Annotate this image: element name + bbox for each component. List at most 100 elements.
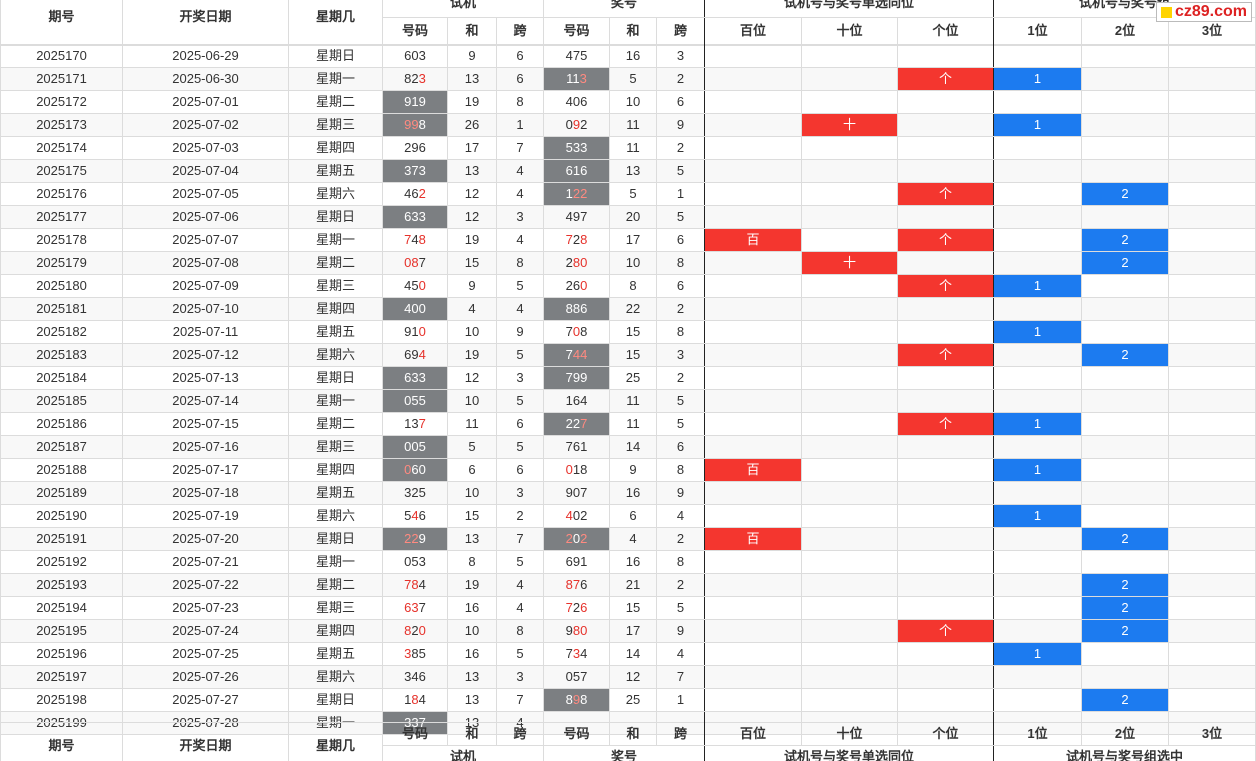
table-row: 2025197 2025-07-26 星期六 346 13 3 057 12 7 (0, 665, 1256, 689)
table-row: 2025187 2025-07-16 星期三 005 5 5 761 14 6 (0, 435, 1256, 459)
trial-span-cell: 5 (496, 389, 544, 413)
combo-3-cell (1168, 596, 1256, 620)
weekday-cell: 星期三 (288, 113, 383, 137)
ten-match-cell (801, 573, 898, 597)
combo-3-cell (1168, 113, 1256, 137)
trial-span-cell: 7 (496, 527, 544, 551)
trial-sum-cell: 4 (447, 297, 497, 321)
table-row: 2025191 2025-07-20 星期日 229 13 7 202 4 2 百 2 (0, 527, 1256, 551)
date-cell: 2025-07-21 (122, 550, 289, 574)
combo-2-cell: 2 (1081, 343, 1169, 367)
prize-span-cell: 2 (656, 527, 705, 551)
combo-3-cell (1168, 665, 1256, 689)
trial-code-cell: 823 (382, 67, 448, 91)
trial-code-cell-digit: 6 (418, 669, 426, 684)
table-row: 2025176 2025-07-05 星期六 462 12 4 122 5 1 个 2 (0, 182, 1256, 206)
prize-span-cell: 6 (656, 90, 705, 114)
ten-match-cell (801, 90, 898, 114)
trial-code-cell-digit: 0 (418, 623, 426, 638)
ten-match-cell (801, 366, 898, 390)
site-logo[interactable]: cz89.com (1155, 2, 1252, 22)
combo-1-cell (993, 366, 1082, 390)
combo-2-cell: 2 (1081, 527, 1169, 551)
prize-code-cell-digit: 2 (580, 531, 588, 546)
prize-span-cell: 6 (656, 435, 705, 459)
date-cell: 2025-07-03 (122, 136, 289, 160)
prize-code-cell-digit: 7 (565, 324, 573, 339)
sub-combo-1: 1位 (993, 16, 1083, 46)
prize-code-cell-digit: 0 (580, 278, 588, 293)
trial-code-cell-digit: 5 (411, 393, 419, 408)
prize-code-cell: 728 (543, 228, 610, 252)
combo-1-cell: 1 (993, 274, 1082, 298)
prize-code-cell-digit: 2 (580, 117, 588, 132)
prize-code-cell-digit: 6 (580, 600, 588, 615)
trial-sum-cell: 19 (447, 228, 497, 252)
prize-code-cell: 533 (543, 136, 610, 160)
one-match-cell: 个 (897, 619, 994, 643)
trial-sum-cell: 12 (447, 182, 497, 206)
trial-span-cell: 4 (496, 297, 544, 321)
combo-1-cell (993, 619, 1082, 643)
combo-3-cell (1168, 504, 1256, 528)
combo-1-cell (993, 343, 1082, 367)
combo-1-cell: 1 (993, 320, 1082, 344)
hundred-match-cell (704, 412, 802, 436)
prize-code-cell-digit: 7 (565, 439, 573, 454)
group-single: 试机号与奖号单选同位 (704, 0, 995, 18)
period-cell: 2025185 (0, 389, 123, 413)
trial-span-cell: 5 (496, 435, 544, 459)
hundred-match-cell (704, 320, 802, 344)
one-match-cell (897, 665, 994, 689)
weekday-cell: 星期日 (288, 44, 383, 68)
prize-span-cell: 5 (656, 596, 705, 620)
prize-span-cell: 5 (656, 412, 705, 436)
trial-span-cell: 1 (496, 113, 544, 137)
period-cell: 2025175 (0, 159, 123, 183)
prize-sum-cell: 11 (609, 389, 657, 413)
one-match-cell: 个 (897, 343, 994, 367)
trial-span-cell: 5 (496, 274, 544, 298)
trial-code-cell-digit: 4 (418, 692, 426, 707)
hundred-match-cell (704, 90, 802, 114)
foot-combo-2: 2位 (1081, 722, 1169, 746)
trial-span-cell: 6 (496, 412, 544, 436)
prize-sum-cell: 9 (609, 458, 657, 482)
trial-code-cell-digit: 3 (418, 163, 426, 178)
ten-match-cell (801, 412, 898, 436)
combo-3-cell (1168, 44, 1256, 68)
trial-span-cell: 7 (496, 136, 544, 160)
trial-code-cell: 060 (382, 458, 448, 482)
table-row: 2025181 2025-07-10 星期四 400 4 4 886 22 2 (0, 297, 1256, 321)
trial-code-cell-digit: 6 (418, 140, 426, 155)
date-cell: 2025-07-08 (122, 251, 289, 275)
ten-match-cell (801, 67, 898, 91)
prize-sum-cell: 25 (609, 366, 657, 390)
combo-2-cell (1081, 320, 1169, 344)
combo-3-cell (1168, 90, 1256, 114)
weekday-cell: 星期二 (288, 412, 383, 436)
prize-code-cell: 280 (543, 251, 610, 275)
prize-sum-cell: 16 (609, 550, 657, 574)
combo-2-cell (1081, 665, 1169, 689)
prize-code-cell-digit: 7 (565, 232, 573, 247)
combo-1-cell (993, 182, 1082, 206)
combo-3-cell (1168, 320, 1256, 344)
ten-match-cell (801, 504, 898, 528)
trial-sum-cell: 19 (447, 343, 497, 367)
prize-code-cell-digit: 6 (565, 554, 573, 569)
date-cell: 2025-07-23 (122, 596, 289, 620)
foot-ten: 十位 (801, 722, 898, 746)
trial-code-cell-digit: 0 (418, 324, 426, 339)
hundred-match-cell (704, 573, 802, 597)
foot-weekday: 星期几 (288, 722, 383, 761)
foot-date: 开奖日期 (122, 722, 289, 761)
hundred-match-cell (704, 550, 802, 574)
one-match-cell (897, 90, 994, 114)
table-row: 2025172 2025-07-01 星期二 919 19 8 406 10 6 (0, 90, 1256, 114)
combo-2-cell (1081, 389, 1169, 413)
trial-sum-cell: 13 (447, 67, 497, 91)
prize-code-cell-digit: 1 (565, 186, 573, 201)
prize-code-cell: 898 (543, 688, 610, 712)
weekday-cell: 星期四 (288, 297, 383, 321)
